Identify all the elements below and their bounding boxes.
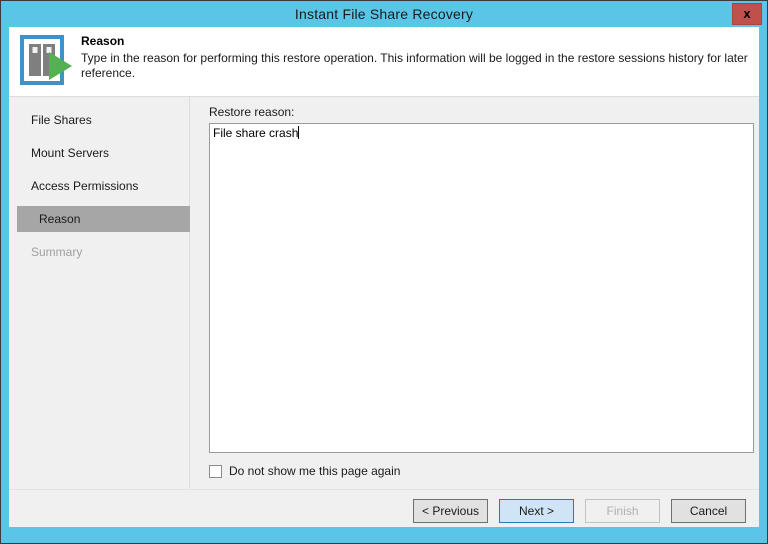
- checkbox-box-icon[interactable]: [209, 465, 222, 478]
- restore-reason-input[interactable]: File share crash: [209, 123, 754, 453]
- close-icon[interactable]: x: [732, 3, 762, 25]
- previous-button[interactable]: < Previous: [413, 499, 488, 523]
- sidebar-item-summary: Summary: [9, 239, 189, 265]
- wizard-body: File Shares Mount Servers Access Permiss…: [9, 97, 759, 489]
- sidebar-item-file-shares[interactable]: File Shares: [9, 107, 189, 133]
- title-bar: Instant File Share Recovery x: [1, 1, 767, 27]
- page-title: Reason: [81, 34, 124, 48]
- next-button[interactable]: Next >: [499, 499, 574, 523]
- wizard-page: Reason Type in the reason for performing…: [9, 27, 759, 527]
- page-description: Type in the reason for performing this r…: [81, 51, 757, 81]
- restore-reason-value: File share crash: [213, 126, 298, 140]
- sidebar-item-reason[interactable]: Reason: [17, 206, 190, 232]
- cancel-button[interactable]: Cancel: [671, 499, 746, 523]
- text-caret: [298, 126, 299, 139]
- wizard-header: Reason Type in the reason for performing…: [9, 27, 759, 97]
- sidebar-item-access-permissions[interactable]: Access Permissions: [9, 173, 189, 199]
- window-title: Instant File Share Recovery: [1, 1, 767, 27]
- instant-file-share-recovery-window: Instant File Share Recovery x Reason Typ…: [0, 0, 768, 544]
- sidebar-item-mount-servers[interactable]: Mount Servers: [9, 140, 189, 166]
- do-not-show-again-label: Do not show me this page again: [229, 464, 400, 478]
- wizard-steps-sidebar: File Shares Mount Servers Access Permiss…: [9, 97, 190, 489]
- file-share-recovery-icon: [20, 35, 74, 87]
- restore-reason-label: Restore reason:: [209, 105, 294, 119]
- finish-button: Finish: [585, 499, 660, 523]
- wizard-content: Restore reason: File share crash Do not …: [191, 97, 759, 489]
- do-not-show-again-checkbox[interactable]: Do not show me this page again: [209, 462, 400, 480]
- wizard-footer: < Previous Next > Finish Cancel: [9, 489, 759, 527]
